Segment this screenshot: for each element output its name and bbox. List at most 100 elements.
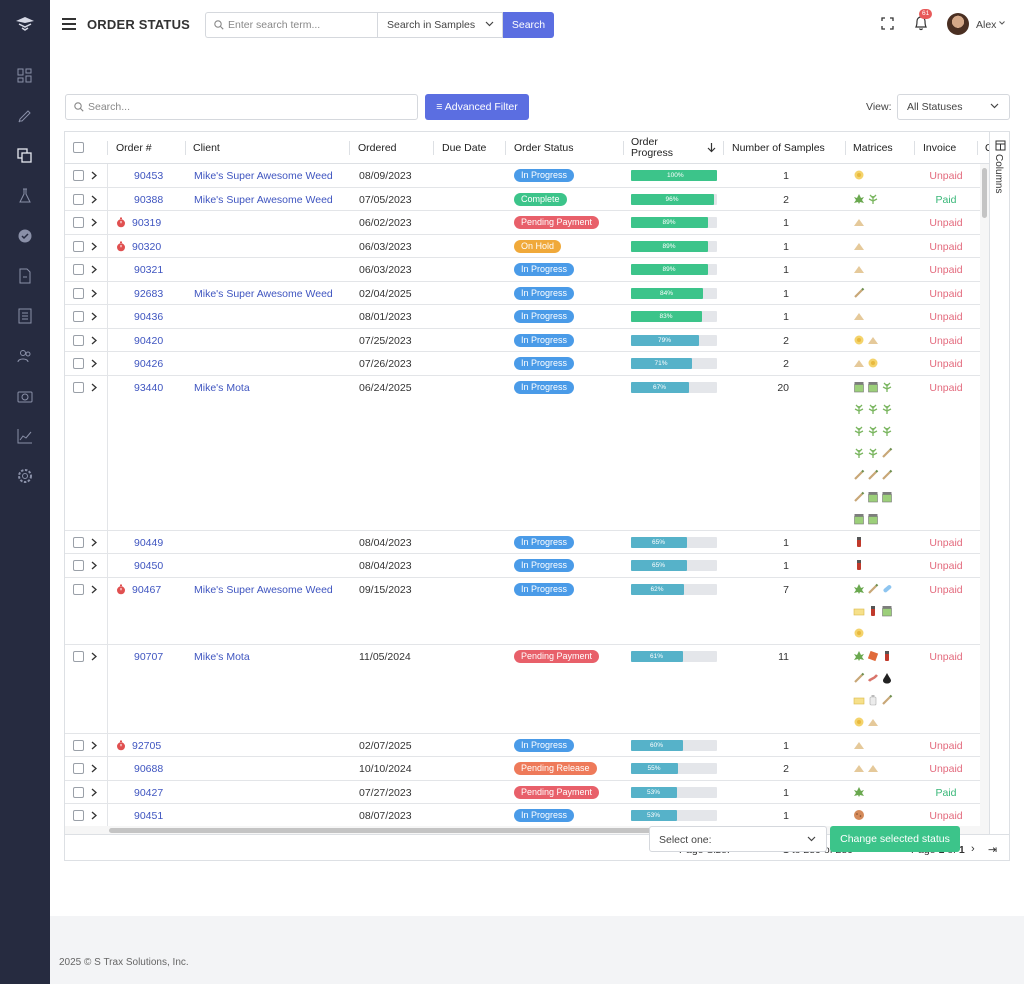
row-checkbox[interactable]: [73, 560, 84, 571]
order-number-link[interactable]: 90321: [134, 264, 163, 276]
row-checkbox[interactable]: [73, 739, 84, 751]
row-checkbox[interactable]: [73, 264, 84, 275]
column-header-order-progress[interactable]: Order Progress: [624, 132, 673, 164]
table-row[interactable]: 90707 Mike's Mota 11/05/2024 Pending Paymen…: [65, 644, 989, 734]
vertical-scrollbar-thumb[interactable]: [982, 168, 987, 218]
expand-chevron-icon[interactable]: [91, 764, 97, 773]
view-select[interactable]: All Statuses: [897, 94, 1010, 120]
advanced-filter-button[interactable]: ≡ Advanced Filter: [425, 94, 529, 120]
table-row[interactable]: 90388 Mike's Super Awesome Weed 07/05/2023…: [65, 187, 989, 211]
expand-chevron-icon[interactable]: [91, 561, 97, 570]
order-number-link[interactable]: 90451: [134, 810, 163, 822]
client-link[interactable]: Mike's Super Awesome Weed: [194, 584, 333, 596]
global-search-button[interactable]: Search: [503, 12, 554, 38]
row-checkbox[interactable]: [73, 217, 84, 228]
copy-icon[interactable]: [17, 148, 33, 164]
expand-chevron-icon[interactable]: [91, 242, 97, 251]
expand-chevron-icon[interactable]: [91, 788, 97, 797]
column-header-number-of-samples[interactable]: Number of Samples: [725, 132, 825, 164]
dashboard-icon[interactable]: [17, 68, 33, 84]
pencil-icon[interactable]: [17, 108, 33, 124]
expand-chevron-icon[interactable]: [91, 171, 97, 180]
column-header-matrices[interactable]: Matrices: [846, 132, 893, 164]
table-row[interactable]: 90319 06/02/2023 Pending Payment 89% 1 Unpaid: [65, 211, 989, 235]
file-icon[interactable]: [17, 268, 33, 284]
columns-side-panel[interactable]: Columns: [989, 132, 1009, 834]
invoice-status[interactable]: Unpaid: [915, 358, 977, 370]
invoice-status[interactable]: Unpaid: [915, 537, 977, 549]
verified-icon[interactable]: [17, 228, 33, 244]
order-number-link[interactable]: 90449: [134, 537, 163, 549]
expand-chevron-icon[interactable]: [91, 652, 97, 661]
order-number-link[interactable]: 92705: [132, 740, 161, 752]
row-checkbox[interactable]: [73, 763, 84, 774]
table-row[interactable]: 92705 02/07/2025 In Progress 60% 1 Unpaid: [65, 733, 989, 757]
client-link[interactable]: Mike's Super Awesome Weed: [194, 170, 333, 182]
invoice-status[interactable]: Unpaid: [915, 311, 977, 323]
table-row[interactable]: 90320 06/03/2023 On Hold 89% 1 Unpaid: [65, 234, 989, 258]
client-link[interactable]: Mike's Mota: [194, 651, 250, 663]
expand-chevron-icon[interactable]: [91, 585, 97, 594]
row-checkbox[interactable]: [73, 650, 84, 662]
order-number-link[interactable]: 92683: [134, 288, 163, 300]
list-icon[interactable]: [17, 308, 33, 324]
expand-chevron-icon[interactable]: [91, 289, 97, 298]
order-number-link[interactable]: 90319: [132, 217, 161, 229]
table-row[interactable]: 92683 Mike's Super Awesome Weed 02/04/2025…: [65, 281, 989, 305]
expand-chevron-icon[interactable]: [91, 265, 97, 274]
vertical-scrollbar[interactable]: [980, 164, 989, 826]
order-number-link[interactable]: 90320: [132, 241, 161, 253]
row-checkbox[interactable]: [73, 311, 84, 322]
table-row[interactable]: 90420 07/25/2023 In Progress 79% 2 Unpaid: [65, 328, 989, 352]
expand-chevron-icon[interactable]: [91, 359, 97, 368]
last-page-icon[interactable]: ⇥: [988, 843, 997, 856]
table-row[interactable]: 90451 08/07/2023 In Progress 53% 1 Unpaid: [65, 804, 989, 826]
chevron-down-icon[interactable]: [999, 21, 1005, 25]
order-number-link[interactable]: 90467: [132, 584, 161, 596]
menu-icon[interactable]: [62, 18, 76, 30]
order-number-link[interactable]: 90388: [134, 194, 163, 206]
order-number-link[interactable]: 90707: [134, 651, 163, 663]
next-page-icon[interactable]: ›: [971, 843, 975, 855]
flask-icon[interactable]: [17, 188, 33, 204]
expand-chevron-icon[interactable]: [91, 383, 97, 392]
expand-chevron-icon[interactable]: [91, 312, 97, 321]
column-header-due-date[interactable]: Due Date: [435, 132, 486, 164]
fullscreen-icon[interactable]: [881, 17, 894, 30]
row-checkbox[interactable]: [73, 810, 84, 821]
invoice-status[interactable]: Unpaid: [915, 241, 977, 253]
row-checkbox[interactable]: [73, 358, 84, 369]
expand-chevron-icon[interactable]: [91, 336, 97, 345]
client-link[interactable]: Mike's Super Awesome Weed: [194, 194, 333, 206]
users-icon[interactable]: [17, 348, 33, 364]
invoice-status[interactable]: Unpaid: [915, 288, 977, 300]
row-checkbox[interactable]: [73, 583, 84, 595]
select-all-checkbox[interactable]: [73, 142, 84, 153]
expand-chevron-icon[interactable]: [91, 218, 97, 227]
table-row[interactable]: 90453 Mike's Super Awesome Weed 08/09/2023…: [65, 164, 989, 188]
row-checkbox[interactable]: [73, 240, 84, 252]
invoice-status[interactable]: Unpaid: [915, 763, 977, 775]
search-scope-select[interactable]: Search in Samples: [377, 12, 503, 38]
table-row[interactable]: 90321 06/03/2023 In Progress 89% 1 Unpaid: [65, 258, 989, 282]
row-checkbox[interactable]: [73, 381, 84, 393]
invoice-status[interactable]: Unpaid: [915, 170, 977, 182]
row-checkbox[interactable]: [73, 287, 84, 299]
invoice-status[interactable]: Unpaid: [915, 560, 977, 572]
row-checkbox[interactable]: [73, 334, 84, 346]
column-header-order-status[interactable]: Order Status: [507, 132, 574, 164]
client-link[interactable]: Mike's Super Awesome Weed: [194, 288, 333, 300]
gear-icon[interactable]: [17, 468, 33, 484]
order-number-link[interactable]: 90436: [134, 311, 163, 323]
camera-icon[interactable]: [17, 388, 33, 404]
order-number-link[interactable]: 90688: [134, 763, 163, 775]
order-number-link[interactable]: 90450: [134, 560, 163, 572]
column-header-ordered[interactable]: Ordered: [351, 132, 397, 164]
order-number-link[interactable]: 93440: [134, 382, 163, 394]
order-number-link[interactable]: 90453: [134, 170, 163, 182]
invoice-status[interactable]: Unpaid: [915, 264, 977, 276]
row-checkbox[interactable]: [73, 786, 84, 798]
invoice-status[interactable]: Paid: [915, 787, 977, 799]
row-checkbox[interactable]: [73, 170, 84, 181]
bulk-status-select[interactable]: Select one:: [649, 826, 827, 852]
